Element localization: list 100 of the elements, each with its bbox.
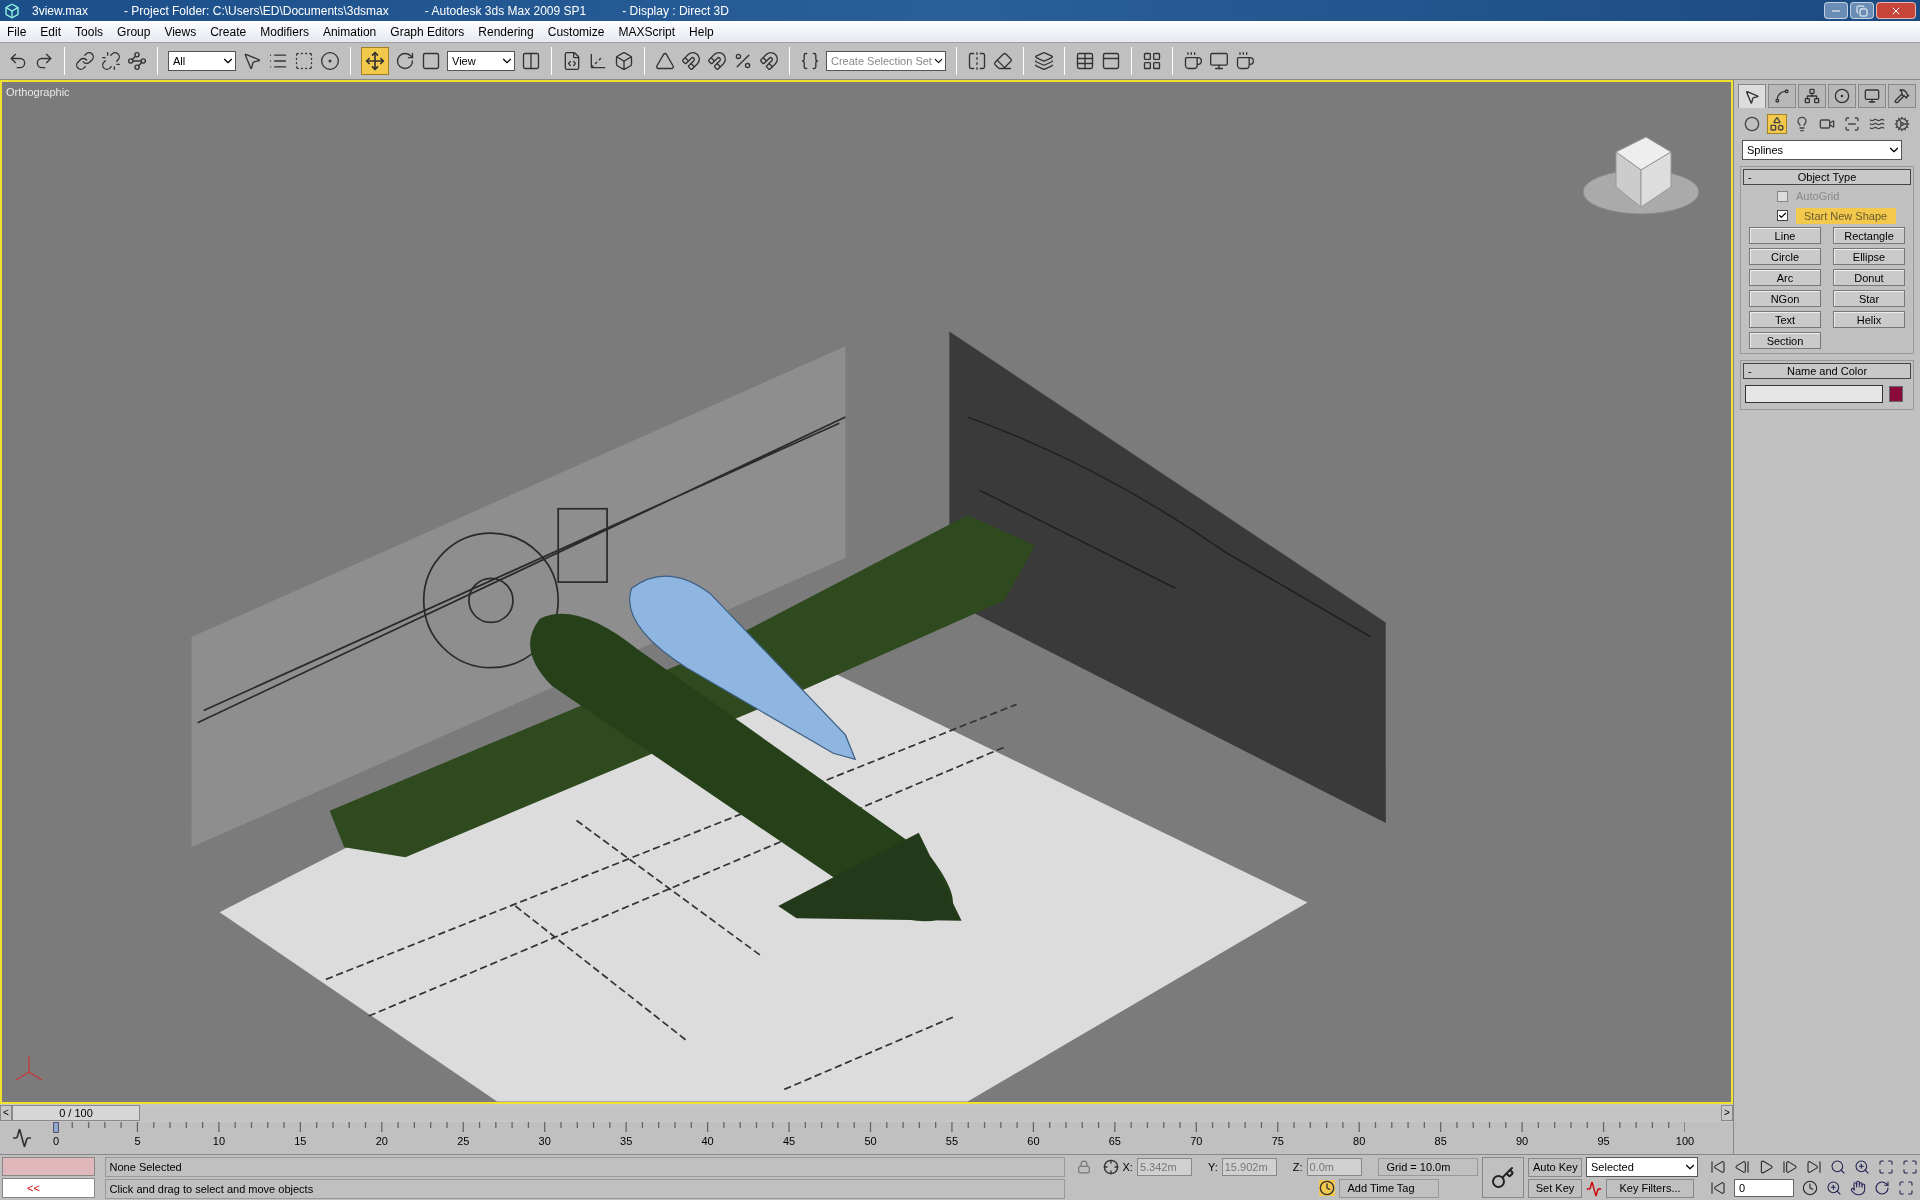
menu-item[interactable]: Group [110, 22, 158, 41]
rollout-header[interactable]: - Object Type [1743, 169, 1911, 185]
menu-item[interactable]: Views [157, 22, 204, 41]
category-button[interactable] [1767, 114, 1787, 134]
add-time-tag-button[interactable]: Add Time Tag [1338, 1179, 1439, 1198]
dropdown[interactable]: All [168, 51, 236, 71]
menu-item[interactable]: MAXScript [611, 22, 683, 41]
current-frame-field[interactable]: 0 [1734, 1179, 1794, 1198]
maximize-viewport-icon[interactable] [1898, 1180, 1914, 1197]
move-tool-button[interactable] [361, 47, 389, 75]
shape-button[interactable]: Star [1833, 290, 1905, 307]
shape-button[interactable]: Arc [1749, 269, 1821, 286]
menu-item[interactable]: Modifiers [253, 22, 316, 41]
close-button[interactable] [1876, 2, 1916, 19]
time-configuration-icon[interactable] [1802, 1180, 1818, 1197]
menu-item[interactable]: Rendering [471, 22, 541, 41]
checkbox[interactable] [1777, 210, 1788, 222]
shape-button[interactable]: NGon [1749, 290, 1821, 307]
menu-item[interactable]: Tools [68, 22, 111, 41]
name-field[interactable] [1745, 385, 1883, 403]
redo-icon[interactable] [34, 51, 54, 71]
collapse-sign[interactable]: - [1748, 362, 1764, 380]
key-filters-button[interactable]: Key Filters... [1606, 1179, 1694, 1198]
set-key-mode-button[interactable] [1481, 1157, 1524, 1198]
link-icon[interactable] [75, 51, 95, 71]
next-frame-icon[interactable] [1782, 1158, 1798, 1175]
absolute-mode-icon[interactable] [1102, 1158, 1119, 1175]
percent-snap-icon[interactable] [733, 51, 753, 71]
auto-key-button[interactable]: Auto Key [1528, 1157, 1582, 1177]
restore-button[interactable] [1850, 2, 1874, 19]
frame-counter[interactable]: 0 / 100 [12, 1105, 140, 1121]
minimize-button[interactable] [1824, 2, 1848, 19]
frame-number: 80 [1353, 1134, 1366, 1148]
category-button[interactable] [1892, 114, 1912, 134]
unlink-icon[interactable] [101, 51, 121, 71]
time-tag-icon[interactable] [1318, 1180, 1335, 1197]
selection-region-icon[interactable] [294, 51, 314, 71]
go-to-end-icon[interactable] [1806, 1158, 1822, 1175]
menu-item[interactable]: Help [682, 22, 721, 41]
panel-tab[interactable] [1738, 84, 1766, 108]
zoom-region-icon[interactable] [1826, 1180, 1842, 1197]
menu-item[interactable]: Graph Editors [383, 22, 472, 41]
listener-field[interactable] [2, 1157, 95, 1176]
category-button[interactable] [1842, 114, 1862, 134]
time-marker[interactable] [53, 1122, 59, 1133]
mirror-icon[interactable] [967, 51, 987, 71]
shape-button[interactable]: Ellipse [1833, 248, 1905, 265]
orbit-icon[interactable] [1874, 1180, 1890, 1197]
panel-tab[interactable] [1888, 84, 1916, 108]
collapse-sign[interactable]: - [1748, 168, 1764, 186]
menu-item[interactable]: Customize [540, 22, 612, 41]
xml-icon[interactable] [562, 51, 582, 71]
render-frame-icon[interactable] [1209, 51, 1229, 71]
shape-button[interactable]: Text [1749, 311, 1821, 328]
maxscript-listener-field[interactable]: << [2, 1178, 95, 1198]
color-swatch[interactable] [1889, 386, 1903, 402]
snap-3d-icon[interactable] [681, 51, 701, 71]
frame-number: 75 [1271, 1134, 1284, 1148]
shape-button[interactable]: Section [1749, 332, 1821, 349]
menu-item[interactable]: Create [203, 22, 254, 41]
play-icon[interactable] [1758, 1158, 1774, 1175]
dropdown[interactable]: View [447, 51, 515, 71]
shape-button[interactable]: Donut [1833, 269, 1905, 286]
box-icon[interactable] [614, 51, 634, 71]
mini-curve-editor-icon[interactable] [12, 1128, 32, 1148]
dropdown[interactable]: Selected [1586, 1157, 1698, 1177]
frame-number: 50 [864, 1134, 877, 1148]
panel-tab[interactable] [1768, 84, 1796, 108]
zoom-extents-icon[interactable] [1878, 1158, 1894, 1175]
menu-item[interactable]: Animation [315, 22, 384, 41]
shape-button[interactable]: Rectangle [1833, 227, 1905, 244]
menu-item[interactable]: File [0, 22, 34, 41]
zoom-extents-all-icon[interactable] [1902, 1158, 1918, 1175]
dropdown[interactable]: Splines [1742, 140, 1902, 160]
pan-icon[interactable] [1850, 1180, 1866, 1197]
panel-tab[interactable] [1858, 84, 1886, 108]
undo-icon[interactable] [8, 51, 28, 71]
panel-tab[interactable] [1798, 84, 1826, 108]
zoom-icon[interactable] [1830, 1158, 1846, 1175]
dropdown[interactable]: Create Selection Set [826, 51, 946, 71]
set-key-button[interactable]: Set Key [1528, 1179, 1582, 1198]
timeline-bar[interactable]: 0 / 100 [12, 1105, 1721, 1121]
menu-item[interactable]: Edit [33, 22, 69, 41]
shape-button[interactable]: Circle [1749, 248, 1821, 265]
previous-frame-button[interactable]: < [0, 1105, 12, 1121]
category-button[interactable] [1742, 114, 1762, 134]
track-bar[interactable]: 0 5 10 15 20 25 30 35 40 45 50 55 60 65 70 75 80 85 90 95 100 [44, 1122, 1697, 1154]
rotate-icon[interactable] [395, 51, 415, 71]
select-icon[interactable] [242, 51, 262, 71]
layers-icon[interactable] [1034, 51, 1054, 71]
next-frame-button[interactable]: > [1721, 1105, 1733, 1121]
shape-button[interactable]: Helix [1833, 311, 1905, 328]
go-to-start-icon[interactable] [1710, 1158, 1726, 1175]
shape-button[interactable]: Line [1749, 227, 1821, 244]
rollout-header[interactable]: - Name and Color [1743, 363, 1911, 379]
viewport[interactable]: Orthographic [0, 80, 1733, 1104]
viewport-label[interactable]: Orthographic [6, 84, 70, 101]
zoom-all-icon[interactable] [1854, 1158, 1870, 1175]
previous-frame-icon[interactable] [1734, 1158, 1750, 1175]
panel-tab[interactable] [1828, 84, 1856, 108]
